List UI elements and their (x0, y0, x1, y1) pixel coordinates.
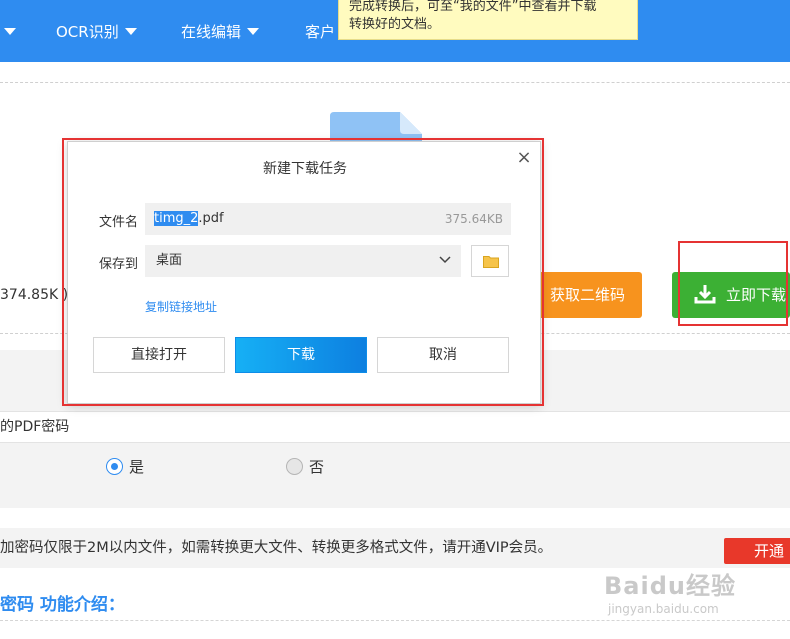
radio-no-label: 否 (309, 458, 325, 476)
chevron-down-icon (124, 28, 137, 35)
tooltip-line-2: 转换好的文档。 (349, 17, 441, 32)
get-qr-code-button[interactable]: 获取二维码 (536, 272, 642, 318)
chevron-down-icon (4, 28, 16, 35)
radio-no[interactable]: 否 (286, 457, 325, 476)
nav-item-menu[interactable] (4, 0, 16, 62)
highlight-box-dialog (62, 138, 544, 406)
feature-intro-title: 密码 功能介绍： (0, 595, 125, 615)
qr-button-label: 获取二维码 (550, 286, 626, 304)
file-size: 374.85K ) (0, 287, 69, 303)
divider (0, 620, 790, 621)
radio-checked-icon (106, 457, 123, 475)
highlight-box-download (678, 241, 788, 326)
nav-item-client[interactable]: 客户 (305, 0, 335, 62)
nav-item-ocr[interactable]: OCR识别 (56, 0, 137, 62)
radio-yes[interactable]: 是 (106, 457, 145, 476)
open-vip-button[interactable]: 开通 (724, 538, 790, 564)
radio-yes-label: 是 (129, 458, 145, 476)
radio-unchecked-icon (286, 457, 303, 475)
nav-item-online-edit[interactable]: 在线编辑 (181, 0, 260, 62)
vip-button-label: 开通 (754, 542, 785, 560)
pdf-password-label: 的PDF密码 (0, 419, 70, 435)
vip-notice: 加密码仅限于2M以内文件，如需转换更大文件、转换更多格式文件，请开通VIP会员。 (0, 528, 790, 568)
nav-item-label: OCR识别 (56, 23, 119, 41)
tooltip: 完成转换后，可至“我的文件”中查看并下载 转换好的文档。 (338, 0, 638, 40)
vip-notice-text: 加密码仅限于2M以内文件，如需转换更大文件、转换更多格式文件，请开通VIP会员。 (0, 540, 553, 556)
pdf-password-row: 的PDF密码 (0, 411, 790, 443)
watermark-logo: Baidu经验 (604, 572, 736, 600)
nav-item-label: 客户 (305, 23, 336, 41)
watermark-url: jingyan.baidu.com (608, 602, 719, 616)
nav-item-label: 在线编辑 (181, 23, 242, 41)
tooltip-line-1: 完成转换后，可至“我的文件”中查看并下载 (349, 0, 597, 14)
chevron-down-icon (247, 28, 260, 35)
